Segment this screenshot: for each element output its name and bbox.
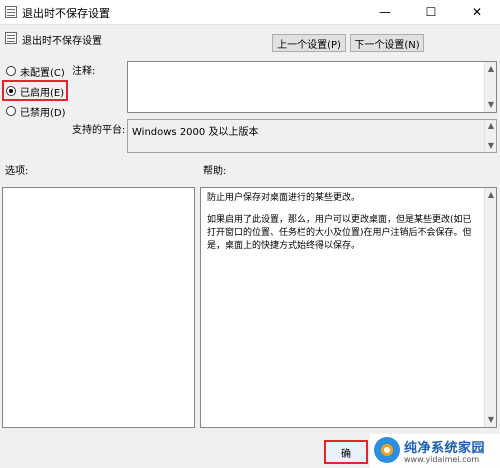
platform-scrollbar[interactable]: ▲ ▼ (484, 120, 496, 152)
policy-setting-icon (5, 32, 17, 44)
radio-circle[interactable] (6, 66, 16, 76)
next-setting-button[interactable]: 下一个设置(N) (350, 34, 424, 52)
scroll-up-icon[interactable]: ▲ (486, 190, 496, 200)
help-label: 帮助: (203, 166, 227, 177)
minimize-button[interactable]: — (362, 0, 408, 24)
watermark-url: www.yidaimei.com (404, 455, 480, 464)
scroll-down-icon[interactable]: ▼ (486, 141, 496, 151)
scroll-up-icon[interactable]: ▲ (486, 64, 496, 74)
platform-label: 支持的平台: (72, 125, 126, 136)
help-paragraph-2: 如果启用了此设置，那么，用户可以更改桌面，但是某些更改(如已打开窗口的位置、任务… (207, 215, 472, 251)
options-panel (2, 187, 195, 428)
help-paragraph-1: 防止用户保存对桌面进行的某些更改。 (207, 193, 361, 203)
policy-name: 退出时不保存设置 (22, 36, 102, 47)
radio-enabled[interactable]: 已启用(E) (6, 84, 65, 99)
radio-disabled[interactable]: 已禁用(D) (6, 104, 66, 119)
ok-button[interactable]: 确 (324, 440, 368, 464)
comment-label: 注释: (72, 66, 96, 77)
radio-disabled-label: 已禁用(D) (20, 107, 66, 119)
radio-not-configured-label: 未配置(C) (20, 67, 65, 79)
close-button[interactable]: ✕ (454, 0, 500, 24)
help-panel: 防止用户保存对桌面进行的某些更改。 如果启用了此设置，那么，用户可以更改桌面，但… (200, 187, 497, 428)
scroll-down-icon[interactable]: ▼ (486, 100, 496, 110)
platform-box: Windows 2000 及以上版本 ▲ ▼ (127, 119, 497, 153)
maximize-button[interactable]: ☐ (408, 0, 454, 24)
previous-setting-button[interactable]: 上一个设置(P) (272, 34, 346, 52)
policy-icon (5, 6, 17, 18)
options-label: 选项: (5, 166, 29, 177)
radio-not-configured[interactable]: 未配置(C) (6, 64, 65, 79)
scroll-up-icon[interactable]: ▲ (486, 121, 496, 131)
watermark-logo-inner-icon (381, 444, 393, 456)
radio-enabled-label: 已启用(E) (20, 87, 65, 99)
comment-textarea[interactable]: ▲ ▼ (127, 61, 497, 113)
radio-circle-selected[interactable] (6, 86, 16, 96)
platform-value: Windows 2000 及以上版本 (132, 127, 259, 138)
title-bar: 退出时不保存设置 — ☐ ✕ (0, 0, 500, 25)
radio-circle[interactable] (6, 106, 16, 116)
scroll-down-icon[interactable]: ▼ (486, 415, 496, 425)
window-title: 退出时不保存设置 (22, 7, 110, 20)
help-scrollbar[interactable]: ▲ ▼ (484, 188, 496, 427)
comment-scrollbar[interactable]: ▲ ▼ (484, 62, 496, 112)
watermark-title: 纯净系统家园 (404, 441, 486, 456)
ok-button-label: 确 (341, 448, 351, 460)
help-text: 防止用户保存对桌面进行的某些更改。 如果启用了此设置，那么，用户可以更改桌面，但… (201, 188, 484, 266)
